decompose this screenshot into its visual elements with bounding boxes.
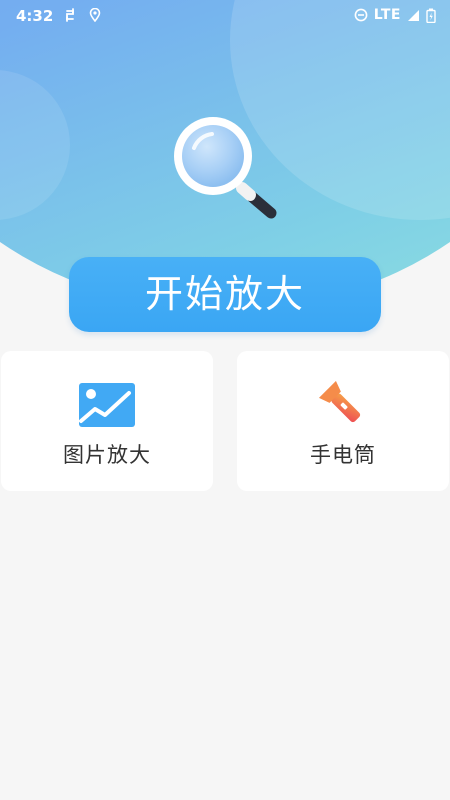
flashlight-card[interactable]: 手电筒 [237,351,449,491]
image-zoom-card[interactable]: 图片放大 [1,351,213,491]
image-icon [79,383,135,427]
start-zoom-button[interactable]: 开始放大 [69,257,381,332]
location-icon [89,8,101,22]
flashlight-icon [318,381,361,423]
flashlight-label: 手电筒 [310,443,376,467]
status-bar: 4:32 LTE [0,0,450,34]
decorative-bubble [0,70,70,220]
status-time: 4:32 [16,7,54,25]
image-zoom-label: 图片放大 [63,443,151,467]
network-type: LTE [373,7,401,23]
battery-icon [426,8,436,23]
sync-icon [66,8,74,22]
do-not-disturb-icon [354,8,368,22]
status-right-group: LTE [354,7,436,23]
app-screen: 4:32 LTE 开始放大 图片放大 手电筒 [0,0,450,800]
magnifier-icon [174,117,277,219]
signal-icon [408,9,419,21]
